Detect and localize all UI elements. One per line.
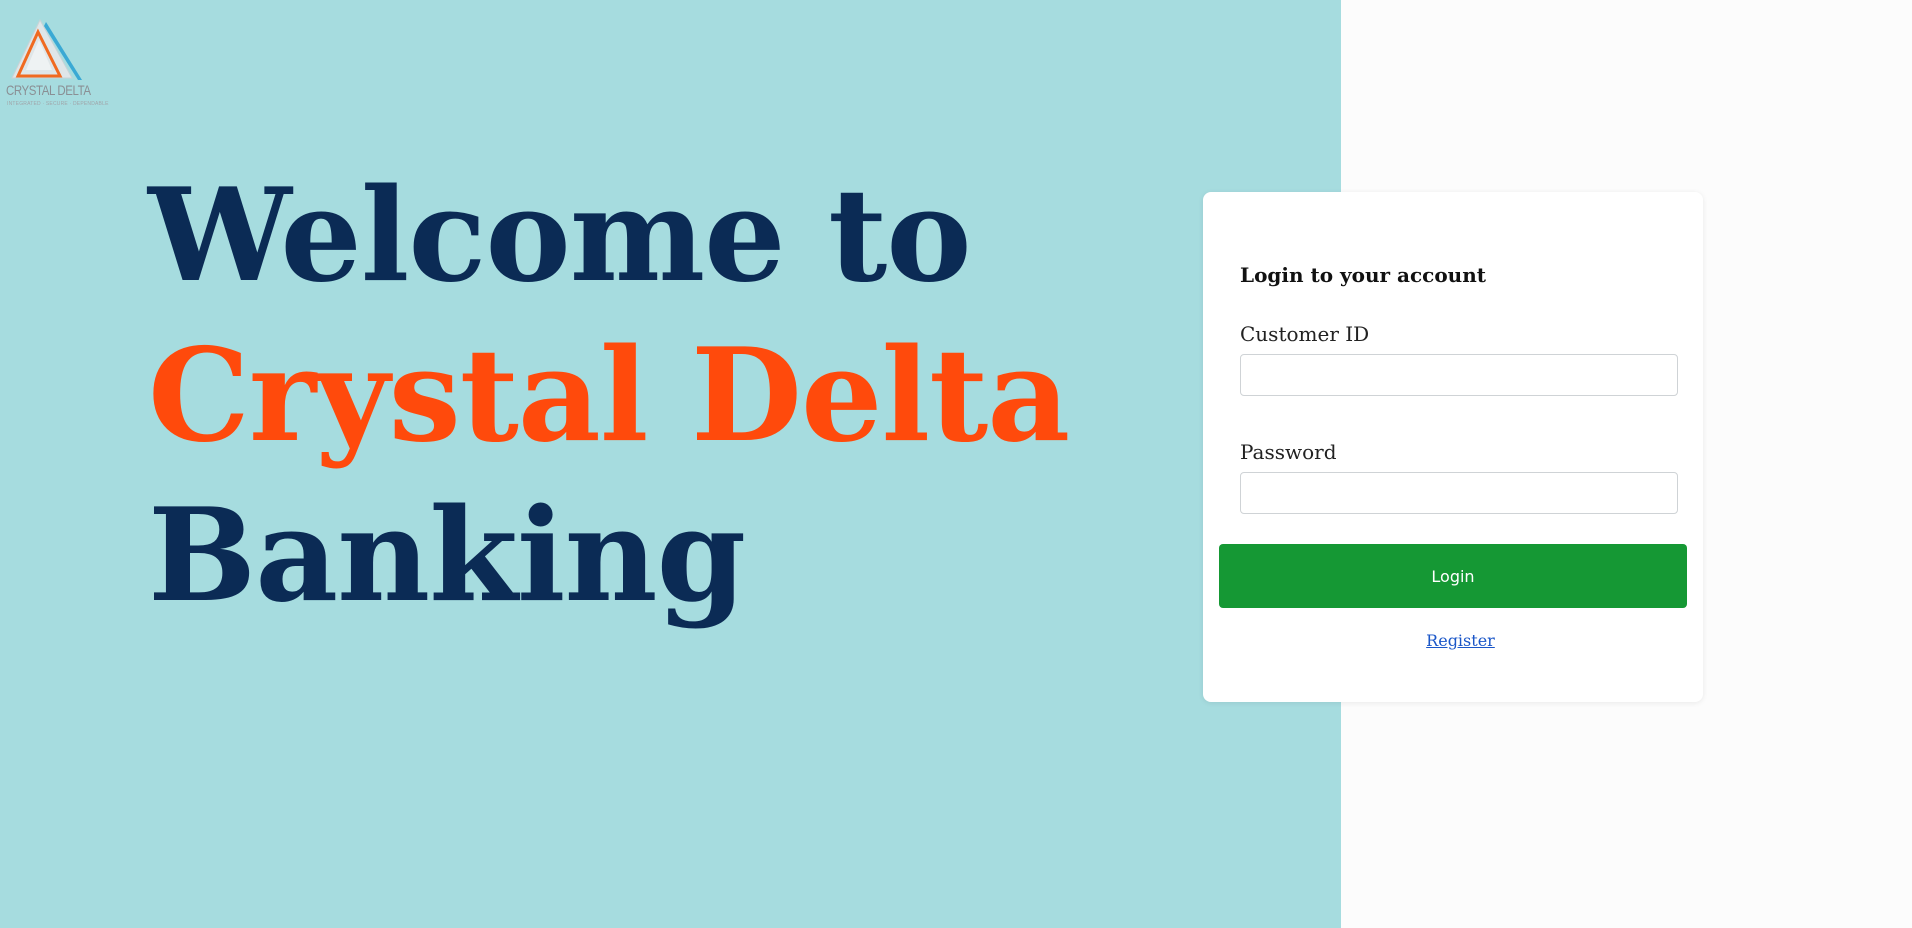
headline-line-3: Banking (148, 481, 746, 631)
customer-id-input[interactable] (1240, 354, 1678, 396)
password-input[interactable] (1240, 472, 1678, 514)
login-title: Login to your account (1240, 263, 1487, 287)
hero-panel: CRYSTAL DELTA INTEGRATED · SECURE · DEPE… (0, 0, 1341, 928)
headline-line-2: Crystal Delta (148, 321, 1070, 471)
welcome-headline: Welcome to Crystal Delta Banking (148, 156, 1070, 636)
login-page: CRYSTAL DELTA INTEGRATED · SECURE · DEPE… (0, 0, 1912, 928)
login-button[interactable]: Login (1219, 544, 1687, 608)
register-link[interactable]: Register (1203, 631, 1718, 650)
password-label: Password (1240, 440, 1337, 464)
login-card: Login to your account Customer ID Passwo… (1203, 192, 1703, 702)
logo-wordmark: CRYSTAL DELTA (6, 82, 91, 98)
logo-tagline: INTEGRATED · SECURE · DEPENDABLE (7, 101, 109, 107)
customer-id-label: Customer ID (1240, 322, 1370, 346)
triangle-logo-icon (11, 18, 82, 80)
headline-line-1: Welcome to (148, 161, 972, 311)
brand-logo: CRYSTAL DELTA INTEGRATED · SECURE · DEPE… (6, 18, 108, 114)
